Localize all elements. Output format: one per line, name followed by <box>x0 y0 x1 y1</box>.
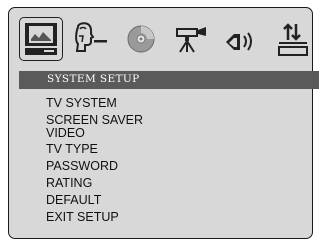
menu-item-password[interactable]: PASSWORD <box>46 160 143 173</box>
menu-item-exit-setup[interactable]: EXIT SETUP <box>46 211 143 224</box>
menu-item-tv-system[interactable]: TV SYSTEM <box>46 97 143 110</box>
menu-item-rating[interactable]: RATING <box>46 177 143 190</box>
video-setup-tab[interactable] <box>169 17 213 61</box>
setup-menu-list: TV SYSTEM SCREEN SAVER VIDEO TV TYPE PAS… <box>46 97 143 223</box>
system-setup-tab[interactable] <box>19 17 63 61</box>
digital-setup-icon <box>278 23 308 56</box>
speaker-setup-icon <box>226 32 252 51</box>
menu-item-video[interactable]: VIDEO <box>46 127 143 140</box>
language-setup-tab[interactable] <box>69 17 113 61</box>
menu-item-screen-saver[interactable]: SCREEN SAVER <box>46 114 143 127</box>
menu-item-tv-type[interactable]: TV TYPE <box>46 143 143 156</box>
menu-title: SYSTEM SETUP <box>47 73 140 85</box>
digital-setup-tab[interactable] <box>271 17 315 61</box>
audio-setup-tab[interactable] <box>119 17 163 61</box>
setup-menu-panel: SYSTEM SETUP TV SYSTEM SCREEN SAVER VIDE… <box>8 7 319 239</box>
system-setup-icon <box>25 23 57 55</box>
setup-category-bar <box>19 17 315 67</box>
language-setup-icon <box>75 22 107 52</box>
speaker-setup-tab[interactable] <box>219 17 263 61</box>
audio-setup-icon <box>127 25 155 53</box>
menu-item-default[interactable]: DEFAULT <box>46 194 143 207</box>
menu-title-bar: SYSTEM SETUP <box>19 71 319 89</box>
video-setup-icon <box>176 27 206 53</box>
